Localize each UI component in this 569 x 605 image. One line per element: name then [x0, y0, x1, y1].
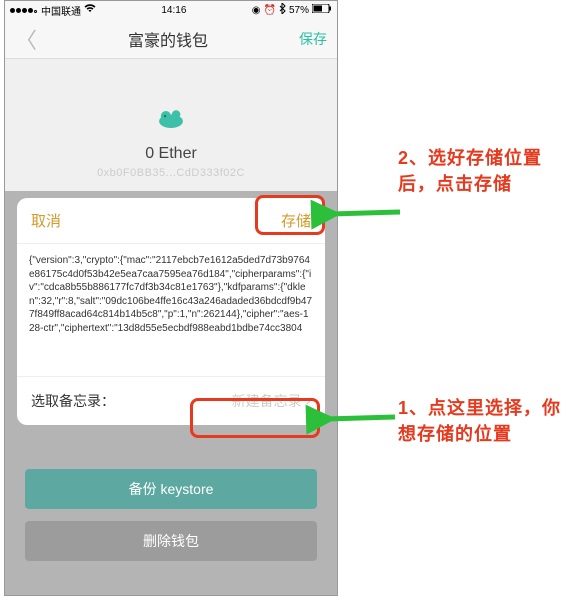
balance-label: 0 Ether [5, 145, 337, 163]
annotation-2: 2、选好存储位置后，点击存储 [398, 145, 569, 197]
memo-value: 新建备忘录 [232, 391, 302, 411]
memo-label: 选取备忘录： [31, 391, 115, 411]
back-icon[interactable]: 〈 [15, 23, 37, 55]
signal-dots-icon [10, 5, 38, 16]
wallet-summary: 0 Ether 0xb0F0BB35...CdD333f02C [5, 59, 337, 179]
carrier-label: 中国联通 [41, 3, 81, 18]
keystore-content: {"version":3,"crypto":{"mac":"2117ebcb7e… [17, 244, 325, 376]
battery-icon [312, 4, 332, 16]
delete-wallet-button[interactable]: 删除钱包 [25, 521, 317, 561]
nav-bar: 〈 富豪的钱包 保存 [5, 19, 337, 59]
battery-label: 57% [289, 5, 309, 16]
backup-keystore-button[interactable]: 备份 keystore [25, 469, 317, 509]
annotation-1: 1、点这里选择，你想存储的位置 [398, 395, 569, 447]
alarm-icon: ⏰ [264, 5, 276, 16]
wifi-icon [84, 4, 96, 16]
memo-row[interactable]: 选取备忘录： 新建备忘录 › [17, 376, 325, 425]
export-sheet: 取消 存储 {"version":3,"crypto":{"mac":"2117… [17, 198, 325, 425]
cancel-button[interactable]: 取消 [31, 210, 61, 231]
status-bar: 中国联通 14:16 ◉ ⏰ 57% [5, 1, 337, 19]
nav-save-button[interactable]: 保存 [299, 29, 327, 49]
chevron-right-icon: › [306, 392, 311, 410]
screen-lock-icon: ◉ [252, 5, 261, 16]
store-button[interactable]: 存储 [281, 210, 311, 231]
wallet-avatar-icon [153, 99, 189, 135]
clock-label: 14:16 [161, 5, 186, 16]
bluetooth-icon [279, 3, 286, 17]
address-label: 0xb0F0BB35...CdD333f02C [5, 167, 337, 179]
page-title: 富豪的钱包 [128, 27, 208, 51]
phone-frame: 中国联通 14:16 ◉ ⏰ 57% 〈 富豪的钱包 保存 0 Ether 0x… [4, 0, 338, 596]
